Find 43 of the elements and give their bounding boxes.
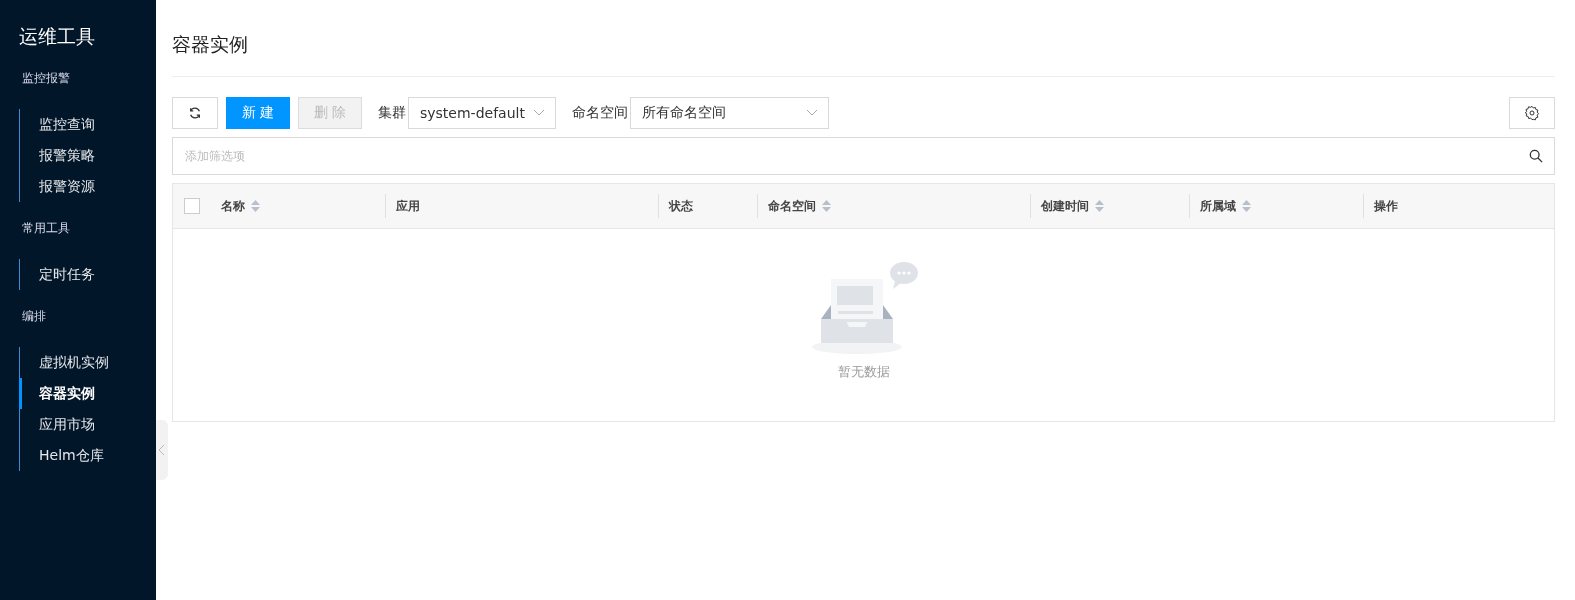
select-field[interactable]: 所有命名空间 [629, 97, 829, 129]
sidebar-group-label: 常用工具 [21, 220, 71, 237]
column-header: 状态 [669, 197, 693, 215]
filter-label: 命名空间 [571, 104, 628, 122]
collapse-handle[interactable] [156, 420, 168, 480]
empty-message: 暂无数据 [837, 363, 890, 381]
settings-button[interactable] [1509, 97, 1555, 129]
sidebar-item[interactable]: 报警资源 [19, 171, 156, 202]
search-field[interactable]: 添加筛选项 [172, 137, 1555, 175]
chevron-down-icon [532, 109, 545, 117]
column-header: 应用 [396, 197, 420, 215]
select-all-checkbox[interactable] [184, 198, 200, 214]
refresh-icon [188, 106, 202, 120]
sidebar-item[interactable]: 应用市场 [19, 409, 156, 440]
sort-icon[interactable] [1095, 200, 1104, 212]
sidebar-item[interactable]: Helm仓库 [19, 440, 156, 471]
app-title: 运维工具 [18, 24, 96, 49]
sort-icon[interactable] [822, 200, 831, 212]
header-cell[interactable]: 名称 [211, 194, 385, 218]
select-field[interactable]: system-default [408, 97, 556, 129]
sort-icon[interactable] [251, 200, 260, 212]
column-header: 创建时间 [1041, 197, 1089, 215]
sort-icon[interactable] [1242, 200, 1251, 212]
sidebar-item[interactable]: 报警策略 [19, 140, 156, 171]
sidebar-group-label: 编排 [21, 308, 47, 325]
search-icon [1529, 149, 1543, 163]
sidebar-item[interactable]: 虚拟机实例 [19, 347, 156, 378]
sidebar-item[interactable]: 定时任务 [19, 259, 156, 290]
header-cell[interactable]: 命名空间 [757, 194, 1030, 218]
sidebar-item[interactable]: 容器实例 [19, 378, 156, 409]
chevron-down-icon [805, 109, 818, 117]
sidebar-item[interactable]: 监控查询 [19, 109, 156, 140]
column-header: 名称 [221, 197, 245, 215]
column-header: 操作 [1374, 197, 1398, 215]
filter-label: 集群 [378, 104, 406, 122]
refresh-button[interactable] [172, 97, 218, 129]
page-title: 容器实例 [172, 0, 1555, 77]
column-header: 命名空间 [768, 197, 816, 215]
header-cell[interactable]: 所属域 [1189, 194, 1363, 218]
header-cell[interactable]: 创建时间 [1030, 194, 1189, 218]
sidebar-group-label: 监控报警 [21, 70, 71, 87]
settings-icon [1524, 105, 1540, 121]
column-header: 所属域 [1200, 197, 1236, 215]
